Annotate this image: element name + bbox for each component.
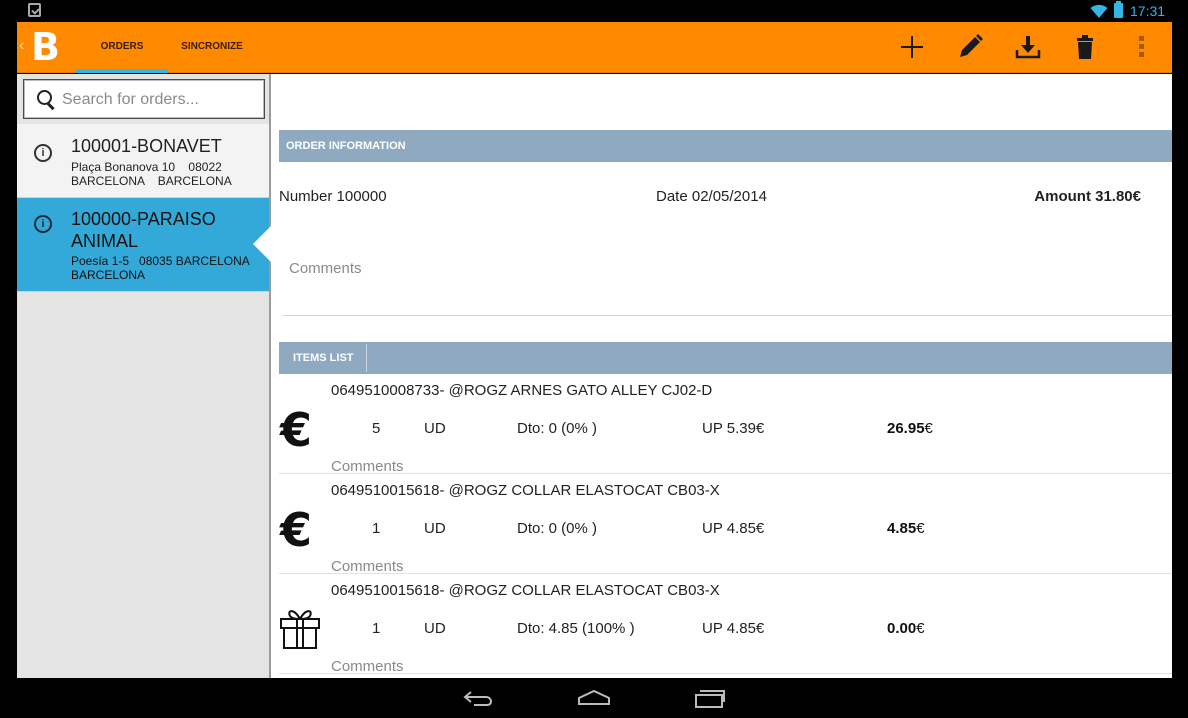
items-list-title: ITEMS LIST	[293, 352, 354, 364]
up-caret-icon[interactable]: ‹	[19, 37, 24, 55]
system-nav-bar	[0, 678, 1188, 718]
home-icon[interactable]	[577, 686, 611, 710]
tab-orders[interactable]: ORDERS	[76, 22, 168, 73]
item-row[interactable]: 0649510008733- @ROGZ ARNES GATO ALLEY CJ…	[279, 374, 1172, 475]
order-list-item[interactable]: i 100001-BONAVET Plaça Bonanova 10 08022…	[17, 124, 269, 198]
order-list-item-selected[interactable]: i 100000-PARAISO ANIMAL Poesía 1-5 08035…	[17, 198, 269, 292]
svg-text:€: €	[279, 404, 312, 452]
order-summary-row: Number 100000 Date 02/05/2014 Amount 31.…	[279, 188, 1159, 208]
order-address-line1: Plaça Bonanova 10 08022	[71, 160, 222, 174]
status-bar: 17:31	[0, 0, 1188, 22]
order-name: 100000-PARAISO ANIMAL	[71, 209, 216, 251]
item-code: 0649510015618- @ROGZ COLLAR ELASTOCAT CB…	[331, 482, 720, 499]
edit-icon[interactable]	[955, 32, 985, 62]
overflow-menu-icon[interactable]	[1139, 36, 1145, 60]
item-comments[interactable]: Comments	[331, 458, 404, 475]
item-row[interactable]: 0649510015618- @ROGZ COLLAR ELASTOCAT CB…	[279, 474, 1172, 575]
tab-sincronize[interactable]: SINCRONIZE	[172, 22, 252, 73]
item-unit: UD	[424, 420, 446, 437]
item-total-currency: €	[916, 520, 925, 537]
search-icon	[37, 90, 55, 111]
item-total-value: 26.95	[887, 420, 925, 437]
order-name: 100001-BONAVET	[71, 136, 222, 156]
download-icon[interactable]	[1013, 32, 1043, 62]
item-total-currency: €	[916, 620, 925, 637]
item-unit: UD	[424, 620, 446, 637]
order-date: Date 02/05/2014	[656, 188, 767, 205]
search-box	[23, 79, 265, 119]
gift-icon	[280, 610, 320, 649]
back-icon[interactable]	[462, 686, 496, 710]
item-comments[interactable]: Comments	[331, 658, 404, 675]
item-total-value: 4.85	[887, 520, 917, 537]
euro-icon: €	[279, 404, 312, 452]
item-unit-price: UP 4.85€	[702, 520, 765, 537]
item-unit-price: UP 5.39€	[702, 420, 765, 437]
item-total: 0.00€	[887, 620, 925, 637]
orders-list-pane: i 100001-BONAVET Plaça Bonanova 10 08022…	[17, 74, 269, 678]
add-icon[interactable]	[897, 32, 927, 62]
selection-pointer	[253, 226, 271, 262]
wifi-icon	[1090, 4, 1108, 18]
order-number: Number 100000	[279, 188, 387, 205]
order-information-header: ORDER INFORMATION	[279, 130, 1172, 162]
item-total-value: 0.00	[887, 620, 917, 637]
clipboard-check-icon	[28, 3, 41, 17]
item-total-currency: €	[924, 420, 933, 437]
euro-icon: €	[279, 504, 312, 552]
item-quantity: 1	[372, 620, 381, 637]
order-comments-input[interactable]	[289, 256, 789, 280]
clock: 17:31	[1130, 3, 1166, 19]
item-discount: Dto: 0 (0% )	[517, 420, 598, 437]
item-unit: UD	[424, 520, 446, 537]
info-icon[interactable]: i	[34, 144, 52, 162]
order-address-line1: Poesía 1-5 08035 BARCELONA	[71, 254, 250, 268]
action-bar: ‹ B ORDERS SINCRONIZE	[17, 22, 1172, 73]
svg-text:€: €	[279, 504, 312, 552]
delete-icon[interactable]	[1070, 32, 1100, 62]
item-quantity: 1	[372, 520, 381, 537]
recent-apps-icon[interactable]	[693, 686, 727, 710]
item-comments[interactable]: Comments	[331, 558, 404, 575]
item-total: 4.85€	[887, 520, 925, 537]
item-quantity: 5	[372, 420, 381, 437]
item-discount: Dto: 0 (0% )	[517, 520, 598, 537]
item-row[interactable]: 0649510015618- @ROGZ COLLAR ELASTOCAT CB…	[279, 574, 1172, 675]
battery-icon	[1114, 1, 1123, 18]
item-discount: Dto: 4.85 (100% )	[517, 620, 635, 637]
app-logo[interactable]: B	[31, 26, 67, 68]
order-comments-field	[283, 250, 1172, 316]
header-separator	[366, 344, 367, 372]
item-code: 0649510015618- @ROGZ COLLAR ELASTOCAT CB…	[331, 582, 720, 599]
item-code: 0649510008733- @ROGZ ARNES GATO ALLEY CJ…	[331, 382, 713, 399]
items-list-header: ITEMS LIST	[279, 342, 1172, 374]
item-unit-price: UP 4.85€	[702, 620, 765, 637]
item-total: 26.95€	[887, 420, 933, 437]
search-input[interactable]	[62, 88, 258, 112]
order-address-line2: BARCELONA BARCELONA	[71, 174, 232, 188]
info-icon[interactable]: i	[34, 215, 52, 233]
tablet-screen: 17:31 ‹ B ORDERS SINCRONIZE Search for o…	[0, 0, 1188, 718]
order-detail-pane: ORDER INFORMATION Number 100000 Date 02/…	[271, 74, 1172, 678]
order-address-line2: BARCELONA	[71, 268, 146, 282]
order-amount: Amount 31.80€	[1034, 188, 1141, 205]
